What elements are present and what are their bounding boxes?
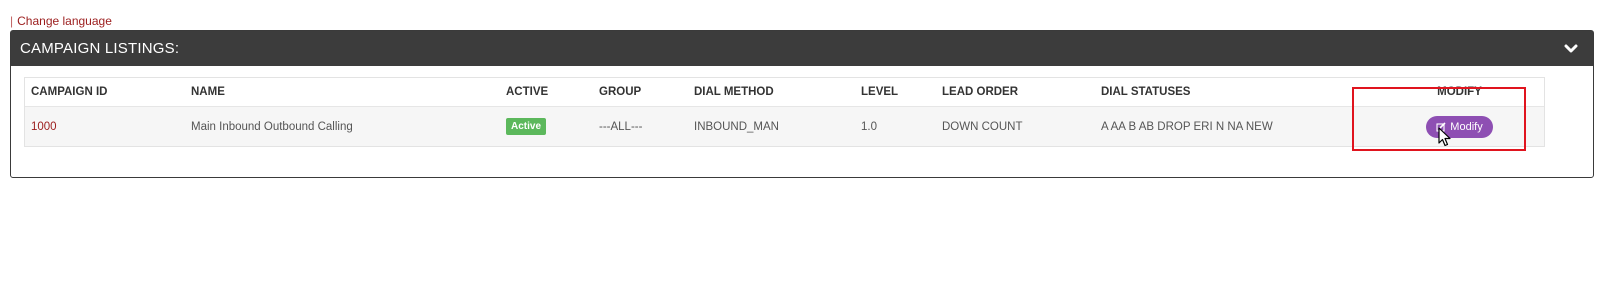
campaign-table-wrapper: CAMPAIGN ID NAME ACTIVE GROUP DIAL METHO…: [24, 77, 1545, 147]
table-header-row: CAMPAIGN ID NAME ACTIVE GROUP DIAL METHO…: [25, 78, 1544, 107]
modify-button-label: Modify: [1450, 120, 1483, 133]
separator: |: [10, 14, 14, 28]
change-language-link[interactable]: Change language: [17, 14, 112, 28]
col-header-name[interactable]: NAME: [185, 78, 500, 107]
campaign-table: CAMPAIGN ID NAME ACTIVE GROUP DIAL METHO…: [25, 78, 1544, 146]
campaign-name-cell: Main Inbound Outbound Calling: [185, 106, 500, 146]
col-header-dial-statuses[interactable]: DIAL STATUSES: [1095, 78, 1375, 107]
panel-header: CAMPAIGN LISTINGS:: [11, 31, 1593, 66]
col-header-campaign-id[interactable]: CAMPAIGN ID: [25, 78, 185, 107]
modify-button[interactable]: Modify: [1426, 115, 1493, 138]
chevron-down-icon[interactable]: [1561, 39, 1581, 59]
dial-method-cell: INBOUND_MAN: [688, 106, 855, 146]
col-header-level[interactable]: LEVEL: [855, 78, 936, 107]
col-header-active[interactable]: ACTIVE: [500, 78, 593, 107]
modify-cell: Modify: [1375, 106, 1544, 146]
topbar: | Change language: [10, 14, 112, 28]
campaign-id-cell[interactable]: 1000: [25, 106, 185, 146]
col-header-modify: MODIFY: [1375, 78, 1544, 107]
panel-title: CAMPAIGN LISTINGS:: [20, 40, 180, 57]
level-cell: 1.0: [855, 106, 936, 146]
col-header-group[interactable]: GROUP: [593, 78, 688, 107]
lead-order-cell: DOWN COUNT: [936, 106, 1095, 146]
active-cell: Active: [500, 106, 593, 146]
table-row: 1000 Main Inbound Outbound Calling Activ…: [25, 106, 1544, 146]
active-status-badge: Active: [506, 118, 547, 135]
col-header-dial-method[interactable]: DIAL METHOD: [688, 78, 855, 107]
group-cell: ---ALL---: [593, 106, 688, 146]
edit-icon: [1436, 121, 1446, 132]
col-header-lead-order[interactable]: LEAD ORDER: [936, 78, 1095, 107]
dial-statuses-cell: A AA B AB DROP ERI N NA NEW: [1095, 106, 1375, 146]
